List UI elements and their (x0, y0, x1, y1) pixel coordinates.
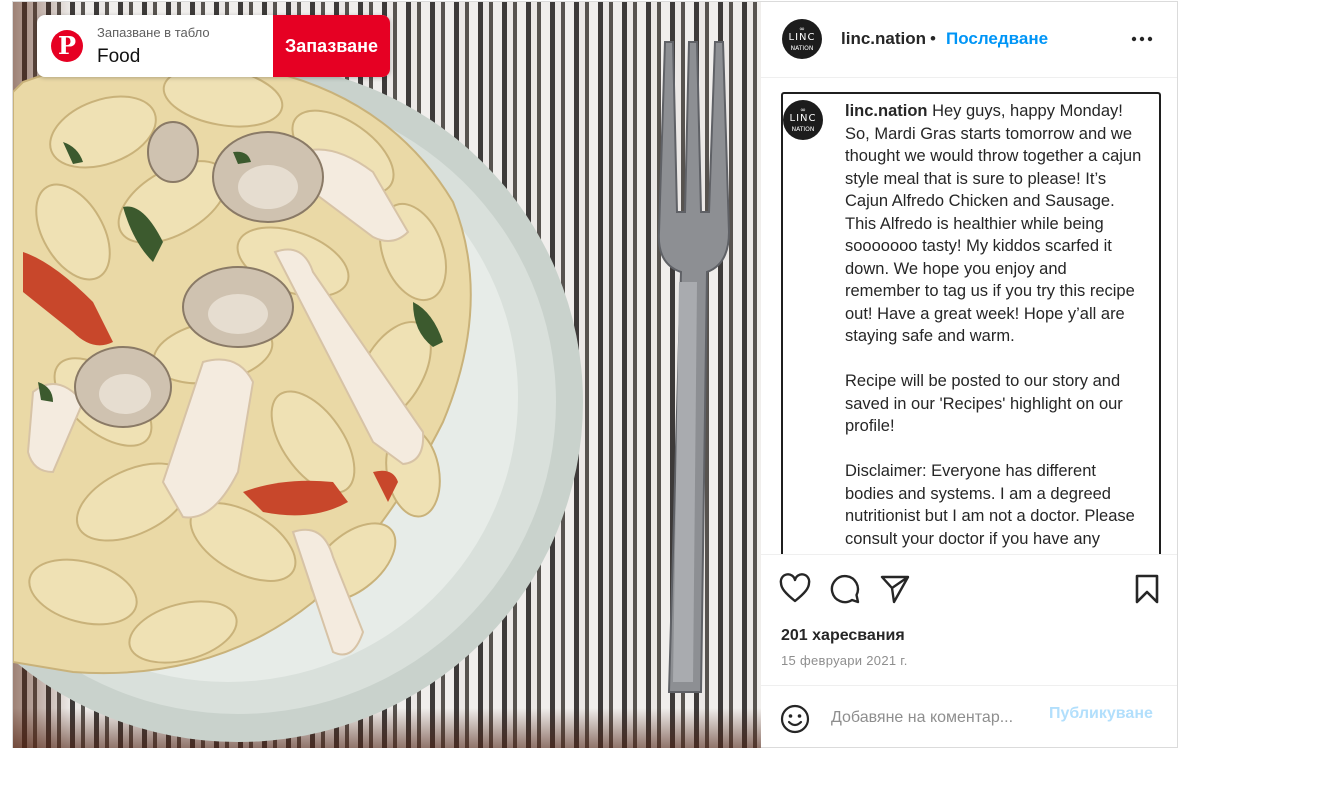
more-options-icon[interactable] (1131, 28, 1153, 50)
likes-count[interactable]: 201 харесвания (781, 627, 905, 645)
pasta-plate-illustration (13, 41, 731, 742)
instagram-post: P Запазване в табло Food Запазване ∞ LIN… (12, 1, 1178, 748)
caption-avatar[interactable]: ∞ LINC NATION (783, 100, 823, 140)
share-icon[interactable] (879, 573, 911, 605)
username-link[interactable]: linc.nation (841, 29, 926, 49)
pinterest-logo-letter: P (57, 31, 77, 60)
caption-text: Hey guys, happy Monday! So, Mardi Gras s… (845, 102, 1142, 554)
bookmark-icon[interactable] (1131, 573, 1163, 605)
follow-button[interactable]: Последване (946, 29, 1048, 49)
board-name: Food (97, 46, 141, 67)
comments-section[interactable]: ∞ LINC NATION linc.nation Hey guys, happ… (781, 92, 1161, 554)
fork-icon (657, 41, 731, 693)
pinterest-save-bar: P Запазване в табло Food Запазване (37, 15, 390, 77)
comment-input[interactable] (831, 705, 1036, 731)
post-date[interactable]: 15 февруари 2021 г. (781, 653, 908, 668)
publish-button[interactable]: Публикуване (1049, 705, 1153, 723)
heart-icon[interactable] (779, 573, 811, 605)
avatar[interactable]: ∞ LINC NATION (782, 19, 822, 59)
add-comment-bar: Публикуване (761, 685, 1177, 748)
board-selector[interactable]: Запазване в табло Food (97, 25, 316, 69)
avatar-text-bottom: NATION (791, 126, 815, 133)
avatar-text-top: LINC (788, 32, 816, 43)
emoji-icon[interactable] (780, 704, 810, 734)
pinterest-save-button[interactable]: Запазване (273, 15, 390, 77)
post-side-panel: ∞ LINC NATION linc.nation • Последване ∞… (761, 2, 1177, 747)
board-hint: Запазване в табло (97, 25, 210, 40)
separator-dot: • (930, 29, 936, 48)
post-photo[interactable] (13, 2, 761, 748)
post-actions: 201 харесвания 15 февруари 2021 г. (761, 554, 1177, 685)
comment-icon[interactable] (829, 573, 861, 605)
pinterest-logo-icon: P (51, 30, 83, 62)
avatar-text-bottom: NATION (790, 45, 814, 52)
post-caption: linc.nation Hey guys, happy Monday! So, … (845, 100, 1145, 554)
avatar-text-top: LINC (789, 113, 817, 124)
post-header: ∞ LINC NATION linc.nation • Последване (761, 2, 1177, 78)
caption-username[interactable]: linc.nation (845, 102, 928, 120)
